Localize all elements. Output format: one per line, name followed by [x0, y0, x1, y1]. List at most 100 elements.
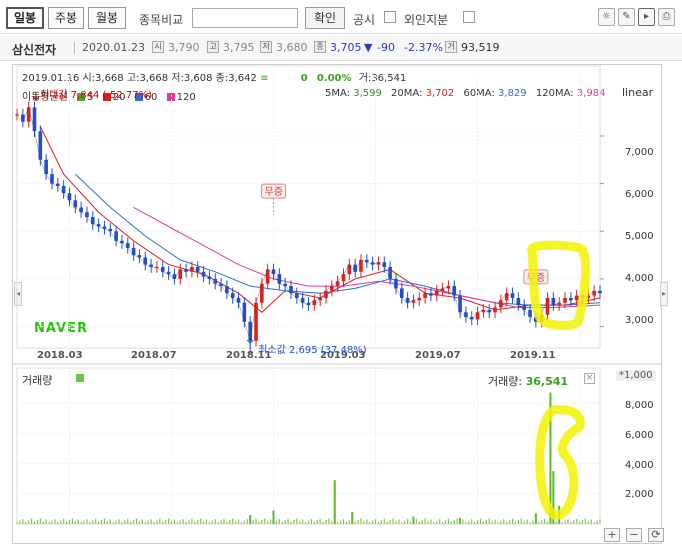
volume-bar	[415, 518, 417, 524]
price-candle	[353, 264, 357, 272]
volume-bar	[517, 519, 519, 524]
volume-bar	[567, 519, 569, 524]
price-candle	[26, 107, 31, 122]
volume-bar	[369, 522, 371, 524]
volume-bar	[57, 521, 59, 524]
volume-bar	[19, 520, 21, 524]
volume-bar	[389, 519, 391, 524]
price-candle	[399, 288, 404, 298]
volume-bar	[479, 518, 482, 524]
volume-bar	[544, 518, 546, 524]
volume-bar	[170, 521, 173, 524]
volume-bar	[45, 519, 47, 524]
volume-bar	[337, 522, 339, 524]
volume-bar	[217, 521, 219, 524]
volume-bar	[555, 521, 557, 524]
price-candle	[335, 281, 340, 287]
volume-bar	[360, 518, 362, 524]
volume-bar	[290, 521, 292, 524]
volume-bar	[287, 518, 289, 524]
volume-bar	[398, 519, 400, 524]
volume-bar	[176, 522, 178, 524]
volume-bar	[587, 521, 589, 524]
volume-bar	[255, 518, 257, 524]
volume-bar	[77, 519, 79, 524]
price-candle	[388, 267, 392, 279]
price-candle	[475, 312, 480, 320]
price-candle	[464, 312, 468, 318]
price-candle	[90, 216, 95, 225]
volume-bar	[98, 521, 100, 524]
price-candle	[201, 271, 206, 277]
volume-bar	[167, 518, 170, 524]
volume-bar	[302, 519, 304, 524]
volume-bar	[576, 518, 578, 524]
volume-bar	[243, 520, 245, 524]
volume-bar	[252, 520, 254, 524]
volume-bar	[436, 520, 438, 524]
volume-bar	[374, 519, 377, 524]
max-value-label: 최대값 7,844 (-52.77%)	[40, 89, 152, 101]
volume-bar	[482, 521, 484, 524]
volume-bar	[109, 519, 111, 524]
volume-bar	[74, 521, 76, 524]
volume-spike-bar	[459, 517, 462, 524]
volume-bar	[39, 518, 41, 524]
volume-bar	[509, 520, 511, 524]
price-candle	[260, 283, 264, 303]
price-candle	[131, 247, 136, 256]
bonus-issue-label: 무증	[265, 186, 283, 198]
volume-bar	[141, 519, 143, 524]
volume-bar	[226, 521, 228, 524]
price-volume-chart[interactable]: 최대값 7,844 (-52.77%)최소값 2,695 (37.48%)무증무…	[0, 0, 682, 550]
price-candle	[32, 107, 37, 132]
volume-bar	[345, 521, 347, 524]
volume-bar	[328, 518, 330, 524]
volume-bar	[42, 521, 44, 524]
volume-bar	[497, 522, 499, 524]
volume-bar	[156, 520, 158, 524]
volume-bar	[103, 518, 106, 524]
volume-bar	[339, 520, 342, 524]
volume-bar	[342, 519, 345, 524]
volume-bar	[278, 519, 280, 524]
volume-bar	[133, 519, 135, 524]
volume-bar	[506, 521, 508, 524]
price-candle	[359, 259, 363, 272]
volume-bar	[541, 520, 543, 524]
volume-bar	[208, 522, 210, 524]
volume-bar	[185, 521, 187, 524]
volume-bar	[240, 522, 243, 524]
price-candle	[73, 200, 78, 208]
volume-bar	[25, 521, 27, 524]
volume-bar	[503, 519, 505, 524]
volume-bar	[106, 521, 108, 524]
volume-bar	[401, 522, 403, 524]
volume-bar	[153, 521, 155, 524]
price-candle	[265, 269, 270, 284]
price-candle	[516, 297, 521, 306]
volume-bar	[404, 520, 406, 524]
volume-spike-bar	[351, 511, 354, 524]
volume-bar	[147, 520, 149, 524]
price-candle	[50, 174, 54, 184]
price-candle	[38, 131, 43, 160]
price-candle	[493, 307, 497, 313]
volume-bar	[89, 521, 91, 524]
volume-spike-bar	[412, 516, 415, 524]
max-arrow-icon	[32, 91, 40, 101]
volume-bar	[112, 522, 114, 524]
volume-bar	[293, 519, 295, 524]
volume-spike-bar	[249, 514, 252, 524]
volume-bar	[590, 519, 592, 524]
volume-bar	[275, 520, 278, 524]
volume-bar	[144, 522, 146, 524]
volume-bar	[456, 518, 458, 524]
volume-bar	[546, 521, 549, 524]
volume-bar	[220, 520, 222, 524]
volume-bar	[223, 518, 225, 524]
price-candle	[545, 297, 550, 315]
price-candle	[499, 300, 503, 308]
price-candle	[143, 257, 148, 265]
volume-spike-bar	[333, 480, 336, 524]
